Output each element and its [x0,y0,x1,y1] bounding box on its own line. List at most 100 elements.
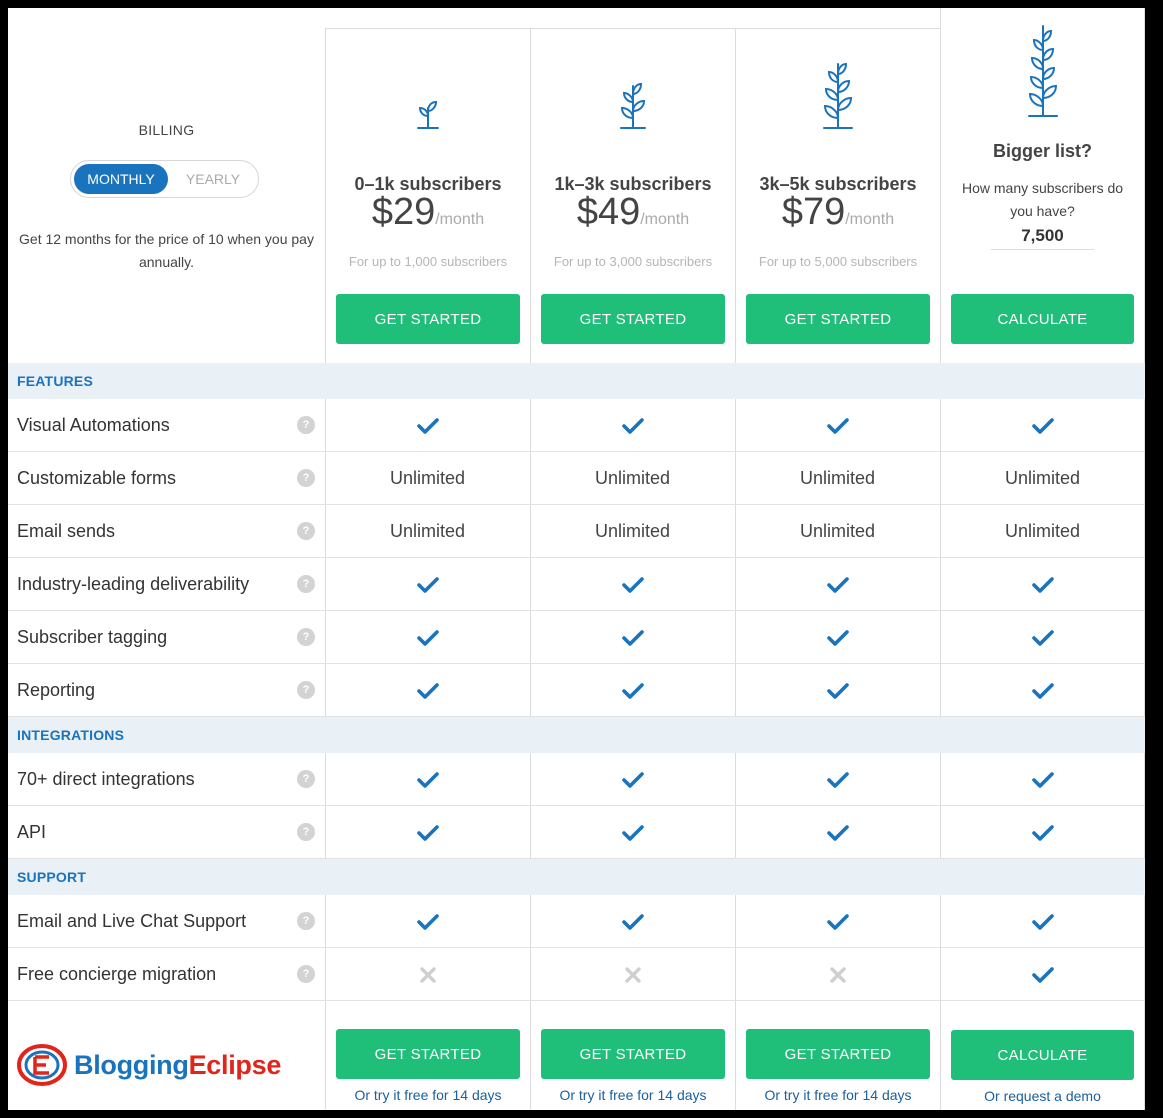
billing-toggle[interactable]: MONTHLY YEARLY [70,160,259,198]
section-header-support: SUPPORT [8,859,1145,895]
section-header-integrations: INTEGRATIONS [8,717,1145,753]
help-icon[interactable]: ? [297,770,315,788]
help-icon[interactable]: ? [297,912,315,930]
feature-row: Customizable forms? Unlimited Unlimited Unl… [8,452,1145,505]
price-amount: $49 [576,191,641,233]
plan-limit: For up to 5,000 subscribers [758,254,918,269]
help-icon[interactable]: ? [297,522,315,540]
check-icon [530,399,735,452]
feature-label: Subscriber tagging [17,627,168,647]
help-icon[interactable]: ? [297,575,315,593]
plan-price: $29/month [326,191,530,234]
feature-row: Subscriber tagging? [8,611,1145,664]
check-icon [530,611,735,664]
get-started-button[interactable]: GET STARTED [746,1029,930,1079]
check-icon [530,895,735,948]
help-icon[interactable]: ? [297,628,315,646]
subscriber-count-question: How many subscribers do you have? [961,180,1124,219]
check-icon [530,806,735,859]
feature-row: Email and Live Chat Support? [8,895,1145,948]
price-period: /month [845,211,895,228]
help-icon[interactable]: ? [297,416,315,434]
price-period: /month [640,211,690,228]
free-trial-link[interactable]: Or try it free for 14 days [326,1087,530,1103]
check-icon [940,948,1145,1001]
sprout-small-icon [326,96,530,130]
check-icon [325,558,530,611]
check-icon [940,399,1145,452]
check-icon [940,558,1145,611]
check-icon [325,611,530,664]
get-started-button[interactable]: GET STARTED [541,294,725,344]
plan-price: $49/month [531,191,735,234]
pricing-table: BILLING MONTHLY YEARLY Get 12 months for… [8,8,1145,1110]
plan-column-1: 0–1k subscribers $29/month For up to 1,0… [326,28,530,363]
annual-discount-note: Get 12 months for the price of 10 when y… [19,231,314,270]
check-icon [530,753,735,806]
feature-value: Unlimited [799,521,876,541]
calculate-button[interactable]: CALCULATE [951,1030,1134,1080]
check-icon [940,664,1145,717]
feature-label: Reporting [17,680,96,700]
price-amount: $79 [781,191,846,233]
cross-icon [325,948,530,1001]
subscriber-count-input[interactable] [991,222,1094,250]
plant-medium-icon [531,78,735,130]
monthly-toggle-option[interactable]: MONTHLY [74,164,168,194]
feature-value: Unlimited [389,468,466,488]
help-icon[interactable]: ? [297,965,315,983]
check-icon [735,806,940,859]
section-header-features: FEATURES [8,363,1145,399]
feature-row: Reporting? [8,664,1145,717]
feature-row: Free concierge migration? [8,948,1145,1001]
yearly-toggle-option[interactable]: YEARLY [171,164,255,194]
free-trial-link[interactable]: Or try it free for 14 days [531,1087,735,1103]
cross-icon [530,948,735,1001]
check-icon [325,806,530,859]
plan-footer-3: GET STARTED Or try it free for 14 days [736,1029,940,1110]
feature-row: Visual Automations? [8,399,1145,452]
feature-label: Email sends [17,521,116,541]
bigger-list-footer: CALCULATE Or request a demo [941,1030,1144,1110]
plan-limit: For up to 3,000 subscribers [553,254,713,269]
logo-e-icon [17,1044,67,1086]
plan-limit: For up to 1,000 subscribers [348,254,508,269]
check-icon [325,399,530,452]
feature-label: Free concierge migration [17,964,217,984]
help-icon[interactable]: ? [297,469,315,487]
feature-label: Industry-leading deliverability [17,574,250,594]
get-started-button[interactable]: GET STARTED [336,1029,520,1079]
check-icon [735,399,940,452]
plant-large-icon [736,58,940,130]
feature-label: API [17,822,47,842]
request-demo-link[interactable]: Or request a demo [941,1088,1144,1104]
help-icon[interactable]: ? [297,681,315,699]
check-icon [940,895,1145,948]
plan-column-3: 3k–5k subscribers $79/month For up to 5,… [736,28,940,363]
feature-row: Industry-leading deliverability? [8,558,1145,611]
feature-label: Customizable forms [17,468,177,488]
check-icon [940,611,1145,664]
feature-row: Email sends? Unlimited Unlimited Unlimited U… [8,505,1145,558]
plan-price: $79/month [736,191,940,234]
feature-label: Visual Automations [17,415,170,435]
check-icon [325,753,530,806]
check-icon [940,753,1145,806]
free-trial-link[interactable]: Or try it free for 14 days [736,1087,940,1103]
feature-label: 70+ direct integrations [17,769,195,789]
check-icon [735,611,940,664]
get-started-button[interactable]: GET STARTED [541,1029,725,1079]
blogging-eclipse-logo: BloggingEclipse [16,1040,281,1090]
help-icon[interactable]: ? [297,823,315,841]
price-period: /month [435,211,485,228]
check-icon [735,558,940,611]
price-amount: $29 [371,191,436,233]
bigger-list-column: Bigger list? How many subscribers do you… [941,8,1144,363]
feature-value: Unlimited [799,468,876,488]
get-started-button[interactable]: GET STARTED [746,294,930,344]
get-started-button[interactable]: GET STARTED [336,294,520,344]
check-icon [735,753,940,806]
calculate-button[interactable]: CALCULATE [951,294,1134,344]
feature-value: Unlimited [1004,521,1081,541]
check-icon [735,664,940,717]
